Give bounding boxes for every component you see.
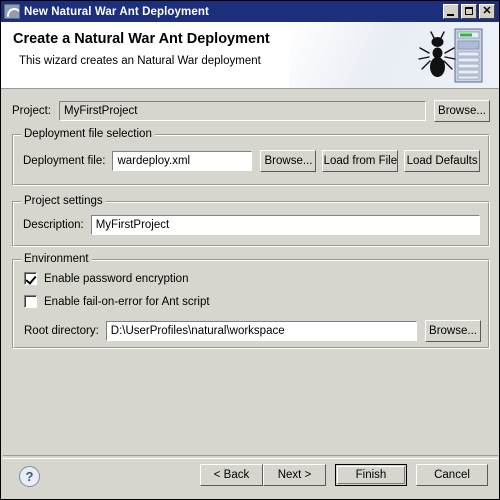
enable-fail-on-error-checkbox[interactable] <box>24 295 37 308</box>
load-defaults-button[interactable]: Load Defaults <box>404 150 480 172</box>
footer-separator <box>3 455 498 459</box>
wizard-dialog: New Natural War Ant Deployment ✕ Create … <box>0 0 500 500</box>
environment-group-title: Environment <box>21 253 92 265</box>
window-controls: ✕ <box>443 4 495 19</box>
description-input[interactable] <box>90 215 480 235</box>
finish-button-label: Finish <box>355 469 387 481</box>
description-label: Description: <box>23 219 84 231</box>
project-browse-button[interactable]: Browse... <box>434 100 490 122</box>
project-settings-group: Project settings Description: <box>12 195 490 247</box>
page-title: Create a Natural War Ant Deployment <box>13 31 270 47</box>
dialog-footer: ? < Back Next > Finish Cancel <box>2 455 499 499</box>
enable-password-encryption-checkbox[interactable] <box>24 272 37 285</box>
wizard-window-icon <box>4 4 20 19</box>
project-label: Project: <box>12 105 51 117</box>
root-directory-browse-button[interactable]: Browse... <box>425 320 481 342</box>
help-icon[interactable]: ? <box>19 466 40 487</box>
next-button[interactable]: Next > <box>263 464 326 486</box>
enable-password-encryption-checkbox-row[interactable]: Enable password encryption <box>24 272 188 285</box>
environment-group: Environment Enable password encryption E… <box>12 253 490 349</box>
deployment-file-group: Deployment file selection Deployment fil… <box>12 128 490 186</box>
enable-fail-on-error-checkbox-row[interactable]: Enable fail-on-error for Ant script <box>24 295 210 308</box>
wizard-content: Project: Browse... Deployment file selec… <box>1 89 499 499</box>
enable-password-encryption-label: Enable password encryption <box>44 272 189 285</box>
finish-button[interactable]: Finish <box>335 464 407 486</box>
ant-and-server-icon <box>418 28 483 83</box>
close-icon: ✕ <box>482 5 492 17</box>
deployment-file-browse-button[interactable]: Browse... <box>260 150 317 172</box>
project-input[interactable] <box>59 101 426 121</box>
project-row: Project: Browse... <box>12 100 490 122</box>
deployment-file-label: Deployment file: <box>23 155 106 167</box>
minimize-button[interactable] <box>443 4 459 19</box>
wizard-banner: Create a Natural War Ant Deployment This… <box>1 22 499 89</box>
window-title: New Natural War Ant Deployment <box>24 5 209 18</box>
close-button[interactable]: ✕ <box>479 4 495 19</box>
root-directory-input[interactable] <box>105 321 417 341</box>
deployment-file-group-title: Deployment file selection <box>21 128 155 140</box>
deployment-file-input[interactable] <box>112 151 253 171</box>
project-settings-group-title: Project settings <box>21 195 106 207</box>
maximize-button[interactable] <box>461 4 477 19</box>
page-subtitle: This wizard creates an Natural War deplo… <box>19 55 261 67</box>
root-directory-label: Root directory: <box>24 325 99 337</box>
enable-fail-on-error-label: Enable fail-on-error for Ant script <box>44 295 210 308</box>
load-from-file-button[interactable]: Load from File <box>322 150 399 172</box>
title-bar: New Natural War Ant Deployment ✕ <box>1 1 499 22</box>
back-button[interactable]: < Back <box>200 464 263 486</box>
cancel-button[interactable]: Cancel <box>416 464 488 486</box>
footer-buttons: < Back Next > Finish Cancel <box>200 464 488 486</box>
